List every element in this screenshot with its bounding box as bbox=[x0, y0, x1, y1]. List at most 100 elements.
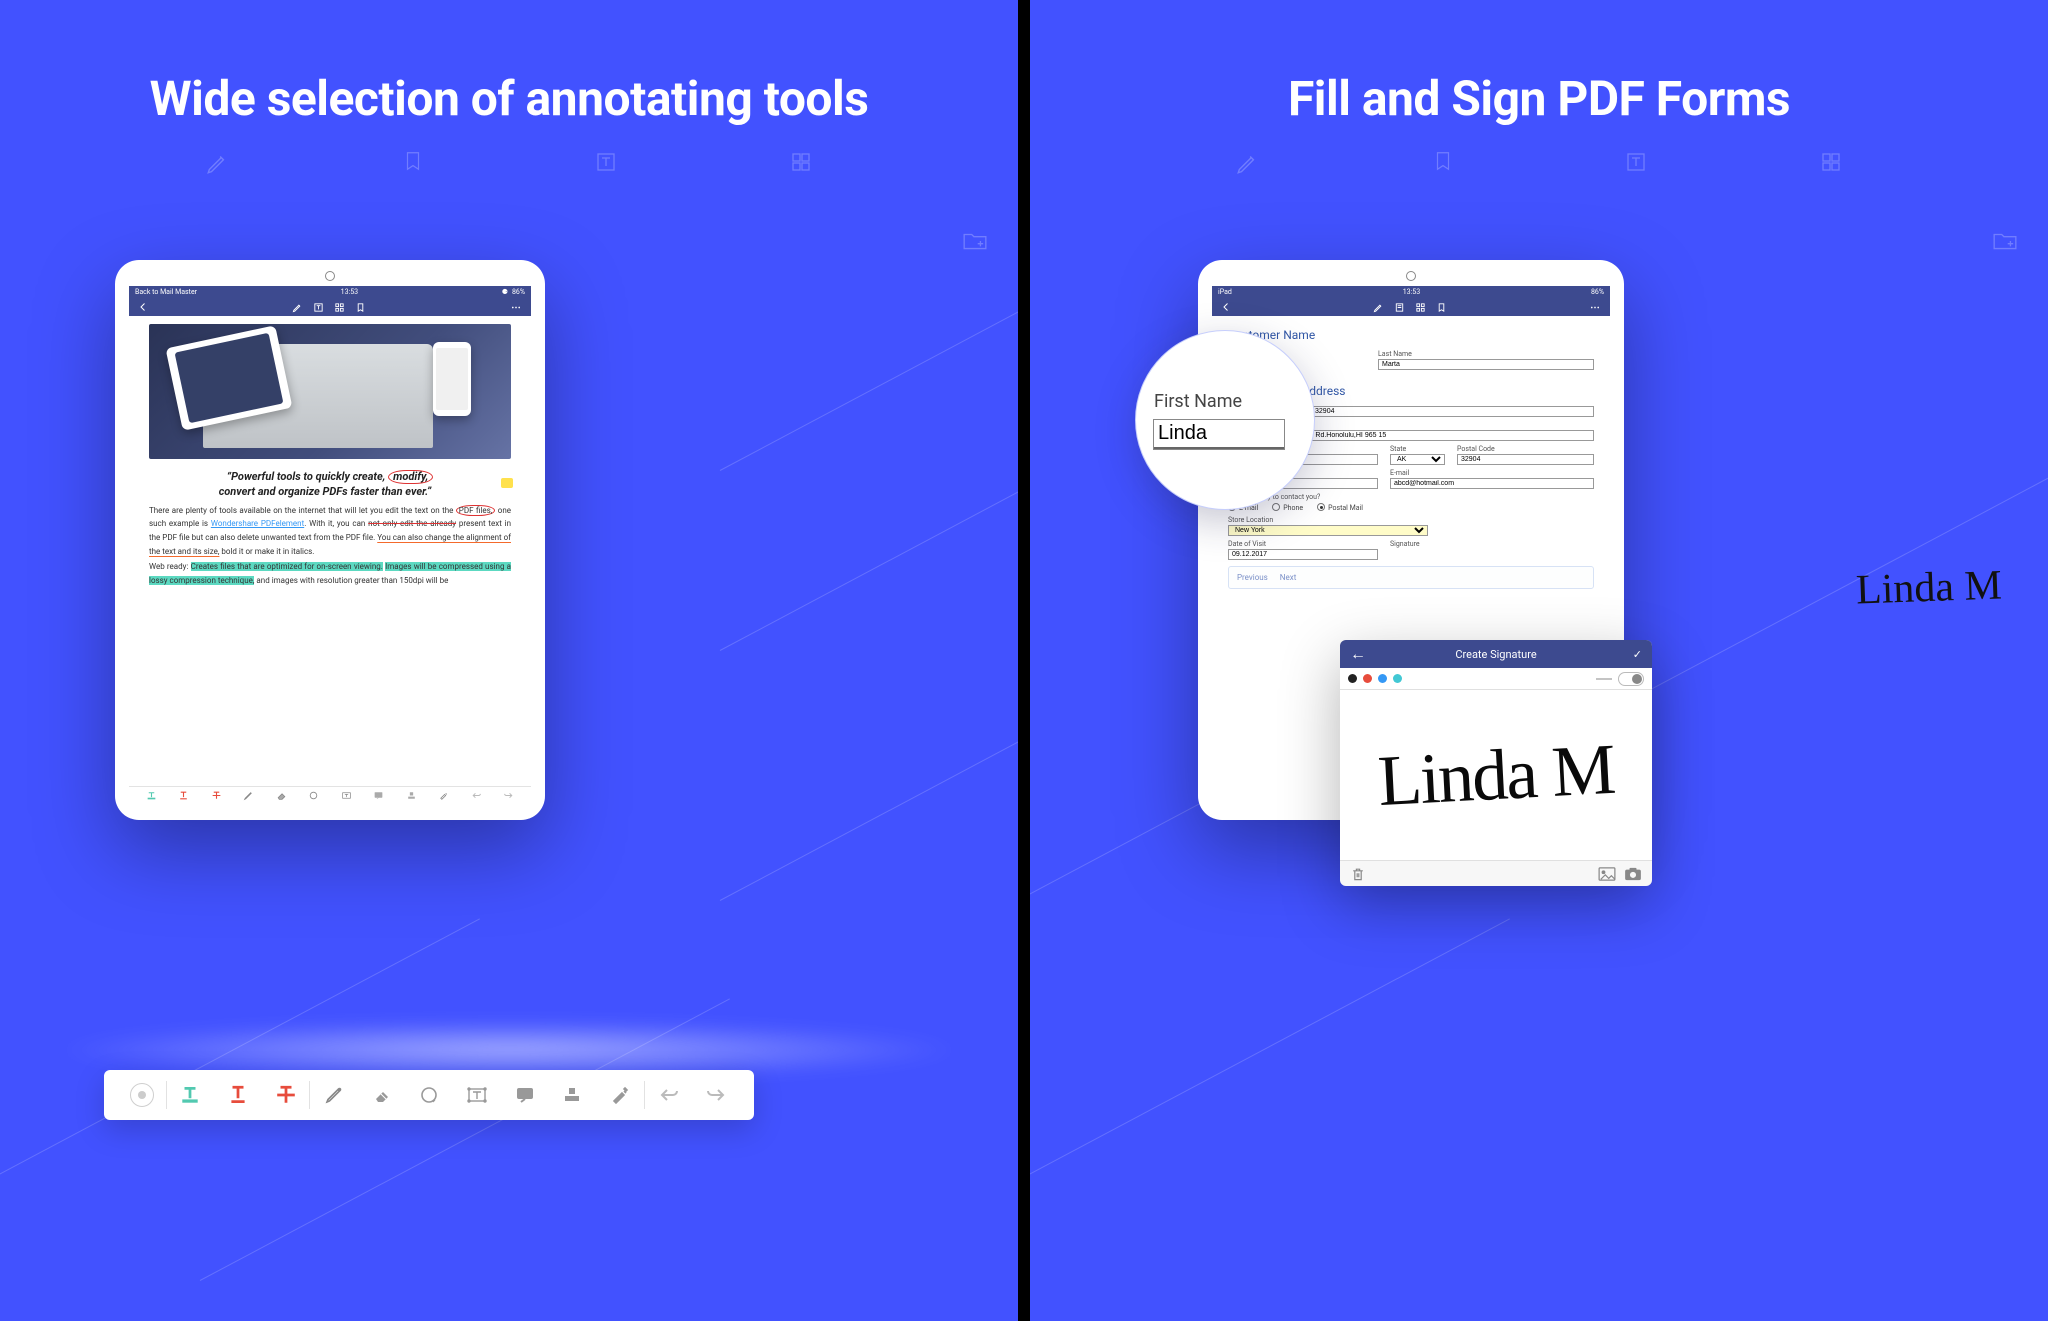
battery: 86% bbox=[1591, 288, 1604, 296]
email-input[interactable] bbox=[1390, 478, 1594, 489]
strikeout-tool-icon[interactable] bbox=[275, 1084, 297, 1106]
section-customer-name: Customer Name bbox=[1228, 328, 1594, 342]
redo-icon[interactable] bbox=[706, 1085, 726, 1105]
popup-back-icon[interactable]: ← bbox=[1350, 644, 1366, 664]
signature-label: Signature bbox=[1390, 540, 1594, 548]
note-tool-icon[interactable] bbox=[373, 790, 384, 801]
pen-icon[interactable] bbox=[292, 302, 303, 313]
signature-canvas[interactable]: Linda M bbox=[1340, 690, 1652, 860]
record-icon[interactable] bbox=[130, 1083, 154, 1107]
contact-radio-group: E-mail Phone Postal Mail bbox=[1228, 503, 1594, 512]
headline-right: Fill and Sign PDF Forms bbox=[1288, 70, 1790, 127]
grid-small-icon[interactable] bbox=[334, 302, 345, 313]
address2-input[interactable] bbox=[1276, 430, 1594, 441]
undo-icon[interactable] bbox=[471, 790, 482, 801]
color-blue[interactable] bbox=[1378, 674, 1387, 683]
state-select[interactable]: AK bbox=[1390, 454, 1445, 465]
create-signature-popup: ← Create Signature ✓ Linda M bbox=[1340, 640, 1652, 886]
shape-tool-icon[interactable] bbox=[308, 790, 319, 801]
highlight-tool-icon[interactable] bbox=[146, 790, 157, 801]
back-icon[interactable] bbox=[1220, 301, 1232, 313]
redo-icon[interactable] bbox=[503, 790, 514, 801]
wondershare-link[interactable]: Wondershare PDFelement bbox=[211, 519, 304, 528]
signature-color-toolbar bbox=[1340, 668, 1652, 690]
next-button[interactable]: Next bbox=[1280, 573, 1297, 582]
grid-small-icon[interactable] bbox=[1415, 302, 1426, 313]
prev-button[interactable]: Previous bbox=[1237, 573, 1268, 582]
bookmark-small-icon[interactable] bbox=[355, 302, 366, 313]
note-tool-icon[interactable] bbox=[515, 1085, 535, 1105]
postal-input[interactable] bbox=[1457, 454, 1594, 465]
date-input[interactable] bbox=[1228, 549, 1378, 560]
strikethrough-text: not only edit the already bbox=[368, 519, 456, 528]
strikeout-tool-icon[interactable] bbox=[211, 790, 222, 801]
eyedropper-tool-icon[interactable] bbox=[610, 1085, 630, 1105]
stamp-tool-icon[interactable] bbox=[406, 790, 417, 801]
color-red[interactable] bbox=[1363, 674, 1372, 683]
back-icon[interactable] bbox=[137, 301, 149, 313]
last-name-label: Last Name bbox=[1378, 350, 1594, 358]
signature-stroke: Linda M bbox=[1376, 727, 1616, 822]
home-button bbox=[325, 271, 335, 281]
bookmark-icon bbox=[1432, 150, 1454, 172]
hero-image bbox=[149, 324, 511, 459]
annotation-toolbar-small bbox=[129, 786, 531, 804]
state-label: State bbox=[1390, 445, 1445, 453]
stroke-toggle[interactable] bbox=[1618, 672, 1644, 686]
underline-tool-icon[interactable] bbox=[178, 790, 189, 801]
camera-icon[interactable] bbox=[1624, 867, 1642, 881]
line-thin-icon[interactable] bbox=[1596, 674, 1612, 684]
bookmark-small-icon[interactable] bbox=[1436, 302, 1447, 313]
grid-icon bbox=[1819, 150, 1843, 174]
paragraph-2: Web ready: Creates files that are optimi… bbox=[149, 560, 511, 587]
eyedropper-tool-icon[interactable] bbox=[438, 790, 449, 801]
image-icon[interactable] bbox=[1598, 867, 1616, 881]
status-bar: iPad 13:53 86% bbox=[1212, 286, 1610, 298]
folder-add-icon bbox=[962, 230, 988, 252]
radio-phone[interactable]: Phone bbox=[1272, 503, 1303, 512]
promo-panel-forms: Fill and Sign PDF Forms iPad 13:53 86% bbox=[1030, 0, 2048, 1321]
stamp-tool-icon[interactable] bbox=[562, 1085, 582, 1105]
pager: Previous Next bbox=[1228, 566, 1594, 589]
color-cyan[interactable] bbox=[1393, 674, 1402, 683]
grid-icon bbox=[789, 150, 813, 174]
trash-icon[interactable] bbox=[1350, 866, 1366, 882]
form-icon[interactable] bbox=[1394, 302, 1405, 313]
popup-footer bbox=[1340, 860, 1652, 886]
text-icon bbox=[1624, 150, 1648, 174]
store-label: Store Location bbox=[1228, 516, 1428, 524]
address1-input[interactable] bbox=[1276, 406, 1594, 417]
email-label: E-mail bbox=[1390, 469, 1594, 477]
highlight-1: Creates files that are optimized for on-… bbox=[191, 562, 383, 571]
contact-question: Preferred way to contact you? bbox=[1228, 493, 1594, 501]
text-t-icon[interactable] bbox=[313, 302, 324, 313]
more-icon[interactable] bbox=[509, 302, 523, 313]
circled-word: modify, bbox=[388, 470, 433, 484]
back-to-app[interactable]: Back to Mail Master bbox=[135, 288, 197, 296]
pencil-tool-icon[interactable] bbox=[243, 790, 254, 801]
more-icon[interactable] bbox=[1588, 302, 1602, 313]
sticky-note-icon[interactable] bbox=[501, 478, 513, 488]
shape-tool-icon[interactable] bbox=[419, 1085, 439, 1105]
pencil-tool-icon[interactable] bbox=[324, 1085, 344, 1105]
device-label: iPad bbox=[1218, 288, 1232, 296]
date-label: Date of Visit bbox=[1228, 540, 1378, 548]
popup-confirm-icon[interactable]: ✓ bbox=[1633, 648, 1642, 661]
highlight-tool-icon[interactable] bbox=[179, 1084, 201, 1106]
first-name-input[interactable] bbox=[1154, 420, 1284, 449]
store-select[interactable]: New York bbox=[1228, 525, 1428, 536]
radio-postal[interactable]: Postal Mail bbox=[1317, 503, 1363, 512]
eraser-tool-icon[interactable] bbox=[276, 790, 287, 801]
textbox-tool-icon[interactable] bbox=[341, 790, 352, 801]
last-name-input[interactable] bbox=[1378, 359, 1594, 370]
circled-pdf: PDF files, bbox=[456, 505, 496, 516]
folder-add-icon bbox=[1992, 230, 2018, 252]
underline-tool-icon[interactable] bbox=[227, 1084, 249, 1106]
eraser-tool-icon[interactable] bbox=[372, 1085, 392, 1105]
undo-icon[interactable] bbox=[659, 1085, 679, 1105]
pen-icon[interactable] bbox=[1373, 302, 1384, 313]
magnifier-overlay: First Name bbox=[1135, 330, 1315, 510]
textbox-tool-icon[interactable] bbox=[467, 1085, 487, 1105]
color-black[interactable] bbox=[1348, 674, 1357, 683]
postal-label: Postal Code bbox=[1457, 445, 1594, 453]
